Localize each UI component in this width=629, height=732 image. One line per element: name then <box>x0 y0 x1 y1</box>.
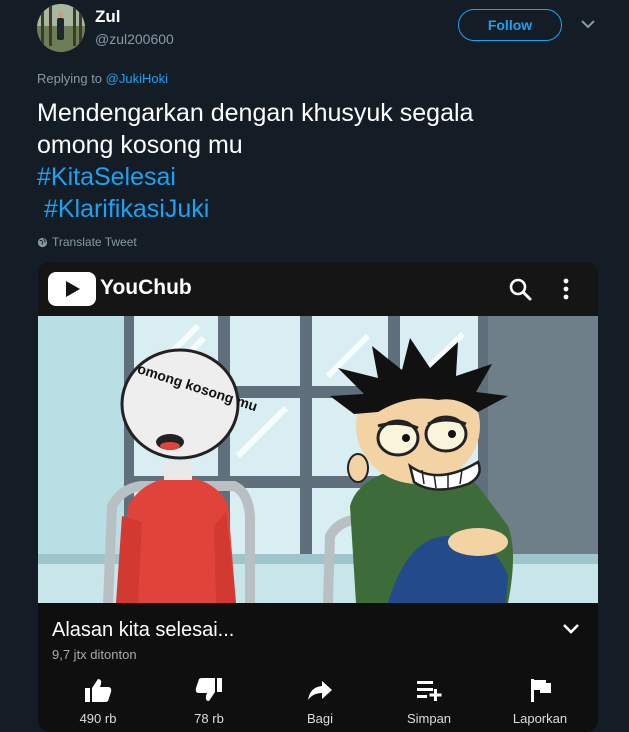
thumbs-up-icon <box>85 679 112 702</box>
video-info: Alasan kita selesai... 9,7 jtx ditonton … <box>38 603 598 732</box>
like-count: 490 rb <box>79 711 117 726</box>
play-logo-icon <box>48 272 96 306</box>
save-button[interactable]: Simpan <box>389 677 469 726</box>
search-icon[interactable] <box>508 277 532 301</box>
share-icon <box>308 681 332 700</box>
video-thumbnail[interactable]: omong kosong mu <box>38 316 598 603</box>
report-label: Laporkan <box>512 711 568 726</box>
flag-icon <box>531 679 551 702</box>
report-button[interactable]: Laporkan <box>500 677 580 726</box>
like-button[interactable]: 490 rb <box>58 677 138 726</box>
video-app-title: YouChub <box>100 276 192 299</box>
share-label: Bagi <box>306 711 334 726</box>
hashtag-link[interactable]: #KlarifikasiJuki <box>37 193 597 225</box>
more-vertical-icon[interactable] <box>560 277 572 301</box>
user-handle[interactable]: @zul200600 <box>95 31 174 47</box>
dislike-count: 78 rb <box>194 711 224 726</box>
follow-button[interactable]: Follow <box>458 9 562 41</box>
globe-icon <box>37 237 48 247</box>
video-app-header: YouChub <box>38 262 598 316</box>
reply-user-link[interactable]: @JukiHoki <box>106 71 168 86</box>
thumbs-down-icon <box>195 678 222 701</box>
translate-tweet-link[interactable]: Translate Tweet <box>37 235 137 249</box>
share-button[interactable]: Bagi <box>280 677 360 726</box>
video-title[interactable]: Alasan kita selesai... <box>52 619 234 642</box>
save-label: Simpan <box>406 711 452 726</box>
replying-prefix: Replying to <box>37 71 106 86</box>
replying-to: Replying to @JukiHoki <box>37 71 168 86</box>
avatar[interactable] <box>37 4 85 52</box>
translate-label: Translate Tweet <box>52 235 137 249</box>
media-card[interactable]: YouChub omong kosong mu Alasan kita sele… <box>38 262 598 732</box>
tweet-line: omong kosong mu <box>37 131 243 159</box>
hashtag-link[interactable]: #KitaSelesai <box>37 161 597 193</box>
dislike-button[interactable]: 78 rb <box>169 677 249 726</box>
playlist-add-icon <box>417 681 442 701</box>
chevron-down-icon[interactable] <box>562 623 580 635</box>
video-views: 9,7 jtx ditonton <box>52 647 137 662</box>
display-name[interactable]: Zul <box>95 7 121 27</box>
tweet-line: Mendengarkan dengan khusyuk segala <box>37 99 474 127</box>
tweet-text: Mendengarkan dengan khusyuk segala omong… <box>37 97 597 225</box>
chevron-down-icon[interactable] <box>580 18 596 30</box>
